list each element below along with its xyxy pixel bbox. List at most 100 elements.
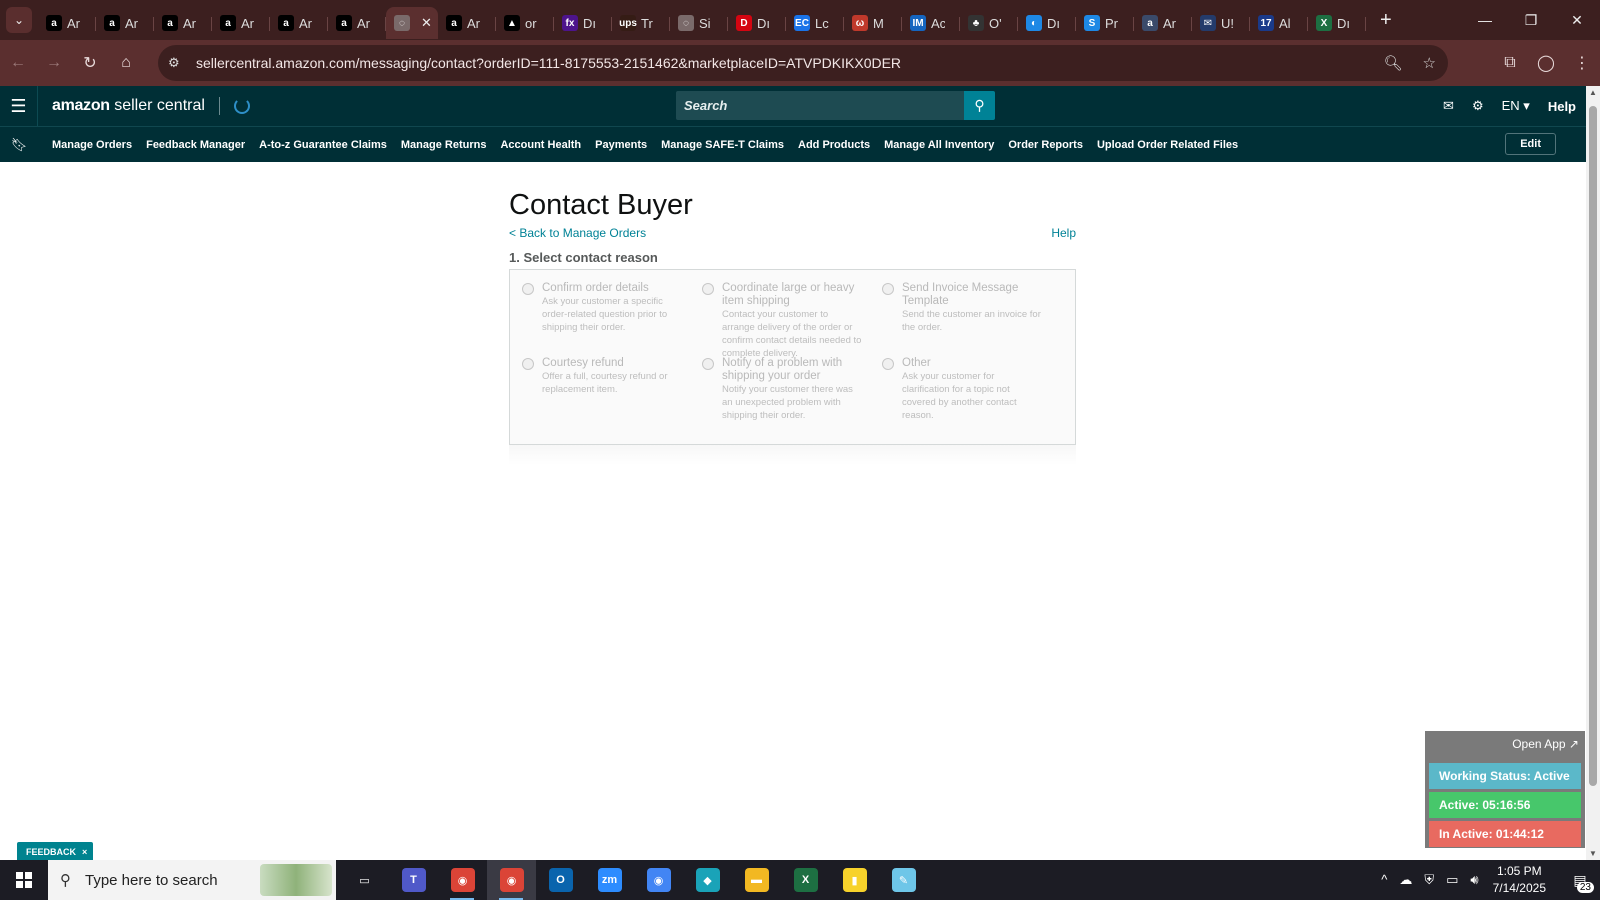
taskbar-app[interactable]: ◉ xyxy=(487,860,536,900)
settings-gear-icon[interactable]: ⚙ xyxy=(1472,98,1484,114)
nav-link[interactable]: Order Reports xyxy=(1008,139,1083,151)
browser-tab[interactable]: a Ar xyxy=(328,7,386,39)
radio-button[interactable] xyxy=(882,283,894,295)
taskbar-app[interactable]: O xyxy=(536,860,585,900)
taskbar-app[interactable]: ◉ xyxy=(438,860,487,900)
browser-tab[interactable]: ◌ Si xyxy=(670,7,728,39)
nav-link[interactable]: Upload Order Related Files xyxy=(1097,139,1238,151)
mail-icon[interactable]: ✉ xyxy=(1443,98,1454,114)
browser-tab[interactable]: ωM xyxy=(844,7,902,39)
header-help-link[interactable]: Help xyxy=(1548,99,1576,114)
taskbar-app[interactable]: ▬ xyxy=(732,860,781,900)
contact-reason-option[interactable]: Send Invoice Message Template Send the cu… xyxy=(882,282,1042,334)
seller-central-logo[interactable]: amazon seller central xyxy=(52,97,205,115)
back-button[interactable]: ← xyxy=(0,45,36,81)
taskbar-app[interactable]: ▭ xyxy=(340,860,389,900)
open-app-link[interactable]: Open App ↗ xyxy=(1512,737,1579,751)
volume-icon[interactable]: 🔊︎ xyxy=(1470,872,1478,888)
back-to-manage-orders-link[interactable]: < Back to Manage Orders xyxy=(509,226,646,240)
search-input[interactable] xyxy=(684,98,954,113)
contact-reason-option[interactable]: Courtesy refund Offer a full, courtesy re… xyxy=(522,357,682,396)
address-bar[interactable]: ⚙ sellercentral.amazon.com/messaging/con… xyxy=(158,45,1448,81)
hamburger-menu-button[interactable]: ☰ xyxy=(0,86,38,126)
nav-link[interactable]: Feedback Manager xyxy=(146,139,245,151)
contact-reason-option[interactable]: Notify of a problem with shipping your o… xyxy=(702,357,862,422)
language-selector[interactable]: EN ▾ xyxy=(1502,98,1530,114)
reload-button[interactable]: ↻ xyxy=(72,45,108,81)
browser-tab[interactable]: D Dı xyxy=(728,7,786,39)
browser-tab[interactable]: a Ar xyxy=(154,7,212,39)
browser-tab[interactable]: a Ar xyxy=(96,7,154,39)
nav-link[interactable]: Manage Returns xyxy=(401,139,487,151)
url-text[interactable]: sellercentral.amazon.com/messaging/conta… xyxy=(196,55,901,71)
radio-button[interactable] xyxy=(702,358,714,370)
browser-tab[interactable]: a Ar xyxy=(438,7,496,39)
page-help-link[interactable]: Help xyxy=(1051,226,1076,240)
browser-tab[interactable]: 17 Al xyxy=(1250,7,1308,39)
clock[interactable]: 1:05 PM 7/14/2025 xyxy=(1493,863,1546,897)
security-icon[interactable]: ⛨ xyxy=(1424,872,1434,888)
nav-link[interactable]: Account Health xyxy=(500,139,581,151)
taskbar-app[interactable]: X xyxy=(781,860,830,900)
nav-link[interactable]: Manage Orders xyxy=(52,139,132,151)
restore-button[interactable]: ❐ xyxy=(1508,0,1554,40)
taskbar-app[interactable]: zm xyxy=(585,860,634,900)
browser-tab[interactable]: a Ar xyxy=(270,7,328,39)
contact-reason-option[interactable]: Other Ask your customer for clarification… xyxy=(882,357,1042,422)
browser-tab[interactable]: a Ar xyxy=(1134,7,1192,39)
page-scrollbar[interactable]: ▲ ▼ xyxy=(1586,86,1600,860)
search-button[interactable]: ⚲ xyxy=(964,91,995,120)
browser-tab[interactable]: IM Ac xyxy=(902,7,960,39)
new-tab-button[interactable]: + xyxy=(1380,9,1392,32)
edit-nav-button[interactable]: Edit xyxy=(1505,133,1556,155)
site-settings-icon[interactable]: ⚙ xyxy=(168,55,196,71)
browser-tab[interactable]: ♣ O' xyxy=(960,7,1018,39)
radio-button[interactable] xyxy=(702,283,714,295)
radio-button[interactable] xyxy=(882,358,894,370)
browser-tab[interactable]: ◌ ✕ xyxy=(386,7,438,39)
extensions-button[interactable]: ⧉ xyxy=(1492,45,1528,81)
close-tab-icon[interactable]: ✕ xyxy=(421,15,432,31)
browser-tab[interactable]: ups Tr xyxy=(612,7,670,39)
nav-link[interactable]: Payments xyxy=(595,139,647,151)
taskbar-app[interactable]: ◆ xyxy=(683,860,732,900)
browser-tab[interactable]: a Ar xyxy=(38,7,96,39)
start-button[interactable] xyxy=(0,860,48,900)
taskbar-app[interactable]: ▮ xyxy=(830,860,879,900)
browser-tab[interactable]: ✉ U! xyxy=(1192,7,1250,39)
contact-reason-option[interactable]: Coordinate large or heavy item shipping C… xyxy=(702,282,862,360)
bookmark-star-icon[interactable]: ☆ xyxy=(1423,54,1436,72)
nav-link[interactable]: Manage All Inventory xyxy=(884,139,994,151)
browser-tab[interactable]: ◐ Dı xyxy=(1018,7,1076,39)
scroll-down-arrow-icon[interactable]: ▼ xyxy=(1586,849,1600,858)
scroll-up-arrow-icon[interactable]: ▲ xyxy=(1586,88,1600,97)
nav-link[interactable]: Manage SAFE-T Claims xyxy=(661,139,784,151)
nav-link[interactable]: Add Products xyxy=(798,139,870,151)
radio-button[interactable] xyxy=(522,358,534,370)
taskbar-search[interactable]: ⚲ Type here to search xyxy=(48,860,336,900)
contact-reason-option[interactable]: Confirm order details Ask your customer a… xyxy=(522,282,682,334)
minimize-button[interactable]: — xyxy=(1462,0,1508,40)
feedback-close-icon[interactable]: × xyxy=(82,847,87,857)
bookmark-icon[interactable]: 🔖︎ xyxy=(0,137,38,153)
taskbar-app[interactable]: ✎ xyxy=(879,860,928,900)
forward-button[interactable]: → xyxy=(36,45,72,81)
browser-tab[interactable]: a Ar xyxy=(212,7,270,39)
onedrive-icon[interactable]: ☁ xyxy=(1399,872,1412,888)
network-icon[interactable]: ▭ xyxy=(1446,872,1458,888)
browser-tab[interactable]: fx Dı xyxy=(554,7,612,39)
browser-tab[interactable]: EC Lc xyxy=(786,7,844,39)
browser-tab[interactable]: S Pr xyxy=(1076,7,1134,39)
scroll-thumb[interactable] xyxy=(1589,106,1597,786)
nav-link[interactable]: A-to-z Guarantee Claims xyxy=(259,139,387,151)
profile-button[interactable]: ◯ xyxy=(1528,45,1564,81)
chevron-up-icon[interactable]: ^ xyxy=(1381,872,1387,888)
home-button[interactable]: ⌂ xyxy=(108,45,144,81)
browser-tab[interactable]: ▲ or xyxy=(496,7,554,39)
taskbar-app[interactable]: T xyxy=(389,860,438,900)
radio-button[interactable] xyxy=(522,283,534,295)
feedback-tab[interactable]: FEEDBACK × xyxy=(17,842,94,861)
tab-search-button[interactable]: ⌄ xyxy=(6,7,32,33)
taskbar-app[interactable]: ◉ xyxy=(634,860,683,900)
browser-menu-button[interactable]: ⋮ xyxy=(1564,45,1600,81)
